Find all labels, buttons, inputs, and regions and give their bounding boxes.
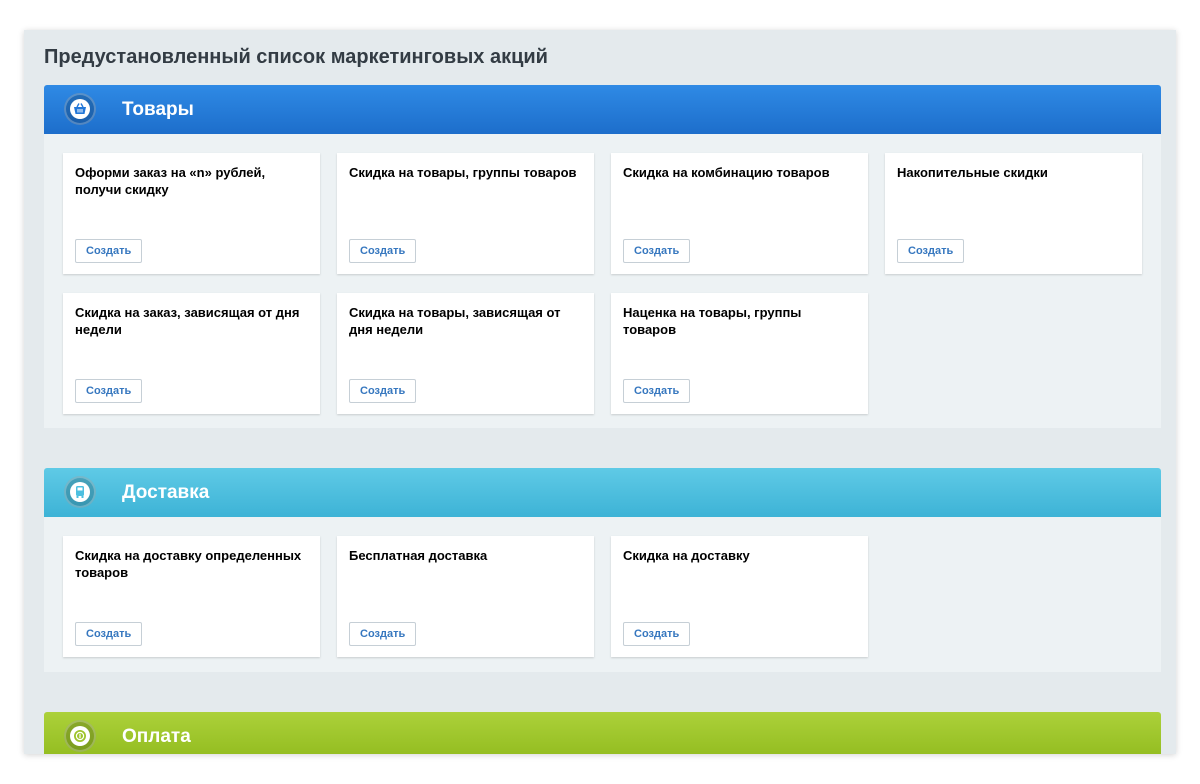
create-button[interactable]: Создать — [349, 379, 417, 403]
coin-icon — [64, 720, 96, 752]
create-button[interactable]: Создать — [349, 622, 417, 646]
promo-card: Скидка на комбинацию товаров Создать — [611, 153, 868, 274]
promo-card: Скидка на заказ, зависящая от дня недели… — [63, 293, 320, 414]
page-title: Предустановленный список маркетинговых а… — [44, 46, 548, 68]
create-button[interactable]: Создать — [623, 239, 691, 263]
promo-card: Наценка на товары, группы товаров Создат… — [611, 293, 868, 414]
section-title-goods: Товары — [122, 99, 194, 120]
create-button[interactable]: Создать — [75, 379, 143, 403]
create-button[interactable]: Создать — [623, 379, 691, 403]
promo-card-title: Оформи заказ на «n» рублей, получи скидк… — [75, 165, 266, 197]
promo-card-title: Бесплатная доставка — [349, 548, 488, 563]
promo-card-title: Наценка на товары, группы товаров — [623, 305, 802, 337]
create-button[interactable]: Создать — [349, 239, 417, 263]
promo-card: Бесплатная доставка Создать — [337, 536, 594, 657]
promo-card: Скидка на доставку Создать — [611, 536, 868, 657]
section-header-goods: Товары — [44, 85, 1161, 134]
promo-card-title: Накопительные скидки — [897, 165, 1048, 180]
promo-card-title: Скидка на товары, зависящая от дня недел… — [349, 305, 561, 337]
promo-card: Оформи заказ на «n» рублей, получи скидк… — [63, 153, 320, 274]
promo-card-title: Скидка на доставку определенных товаров — [75, 548, 302, 580]
section-header-payment: Оплата — [44, 712, 1161, 754]
promo-card-title: Скидка на доставку — [623, 548, 750, 563]
promo-card: Скидка на доставку определенных товаров … — [63, 536, 320, 657]
section-body-delivery: Скидка на доставку определенных товаров … — [44, 517, 1161, 672]
create-button[interactable]: Создать — [75, 622, 143, 646]
promo-card-title: Скидка на комбинацию товаров — [623, 165, 830, 180]
promo-card: Скидка на товары, зависящая от дня недел… — [337, 293, 594, 414]
promo-card-title: Скидка на товары, группы товаров — [349, 165, 577, 180]
promo-card: Скидка на товары, группы товаров Создать — [337, 153, 594, 274]
marketing-actions-panel: Предустановленный список маркетинговых а… — [24, 30, 1176, 754]
create-button[interactable]: Создать — [897, 239, 965, 263]
basket-icon — [64, 93, 96, 125]
create-button[interactable]: Создать — [75, 239, 143, 263]
section-title-payment: Оплата — [122, 726, 191, 747]
promo-card-title: Скидка на заказ, зависящая от дня недели — [75, 305, 300, 337]
section-body-goods: Оформи заказ на «n» рублей, получи скидк… — [44, 134, 1161, 428]
section-header-delivery: Доставка — [44, 468, 1161, 517]
section-title-delivery: Доставка — [122, 482, 210, 503]
create-button[interactable]: Создать — [623, 622, 691, 646]
promo-card: Накопительные скидки Создать — [885, 153, 1142, 274]
truck-icon — [64, 476, 96, 508]
